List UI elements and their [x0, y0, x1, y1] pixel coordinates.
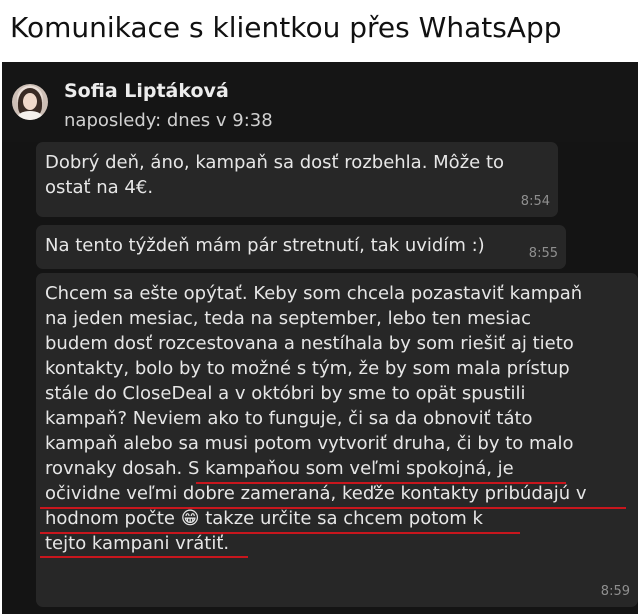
avatar[interactable] — [12, 84, 48, 120]
message-time: 8:55 — [528, 246, 558, 261]
highlight-underline — [40, 532, 520, 534]
message-line: hodnom počte 😁 takze určite sa chcem pot… — [45, 508, 483, 529]
message-line: budem dosť rozcestovana a nestíhala by s… — [45, 333, 574, 354]
message-line: kontakty, bolo by to možné s tým, že by … — [45, 358, 570, 379]
contact-name[interactable]: Sofia Liptáková — [64, 80, 229, 102]
message-line: Chcem sa ešte opýtať. Keby som chcela po… — [45, 283, 583, 304]
message-line: na jeden mesiac, teda na september, lebo… — [45, 308, 531, 329]
page-title: Komunikace s klientkou přes WhatsApp — [10, 11, 562, 44]
message-line: stále do CloseDeal a v októbri by sme to… — [45, 383, 526, 404]
avatar-body — [17, 111, 43, 120]
highlight-underline — [40, 507, 626, 509]
message-line: očividne veľmi dobre zameraná, keďže kon… — [45, 483, 587, 504]
message-line: Na tento týždeň mám pár stretnutí, tak u… — [45, 235, 485, 256]
message-bubble[interactable]: Chcem sa ešte opýtať. Keby som chcela po… — [36, 273, 638, 607]
message-bubble[interactable]: Na tento týždeň mám pár stretnutí, tak u… — [36, 225, 566, 269]
chat-header[interactable]: Sofia Liptáková naposledy: dnes v 9:38 — [2, 62, 638, 142]
highlight-underline — [196, 482, 566, 484]
message-line: ostať na 4€. — [45, 177, 154, 198]
message-line: kampaň? Neviem ako to funguje, či sa da … — [45, 408, 533, 429]
message-line: tejto kampani vrátiť. — [45, 533, 230, 554]
avatar-face — [23, 93, 37, 110]
message-time: 8:54 — [520, 194, 550, 209]
message-line: Dobrý deň, áno, kampaň sa dosť rozbehla.… — [45, 152, 505, 173]
highlight-underline — [40, 556, 248, 558]
message-time: 8:59 — [600, 584, 630, 599]
chat-window: Sofia Liptáková naposledy: dnes v 9:38 D… — [2, 62, 638, 614]
message-bubble[interactable]: Dobrý deň, áno, kampaň sa dosť rozbehla.… — [36, 142, 558, 217]
message-line: kampaň alebo sa musi potom vytvoriť druh… — [45, 433, 574, 454]
message-line: rovnaky dosah. S kampaňou som veľmi spok… — [45, 458, 514, 479]
contact-status: naposledy: dnes v 9:38 — [64, 110, 273, 131]
